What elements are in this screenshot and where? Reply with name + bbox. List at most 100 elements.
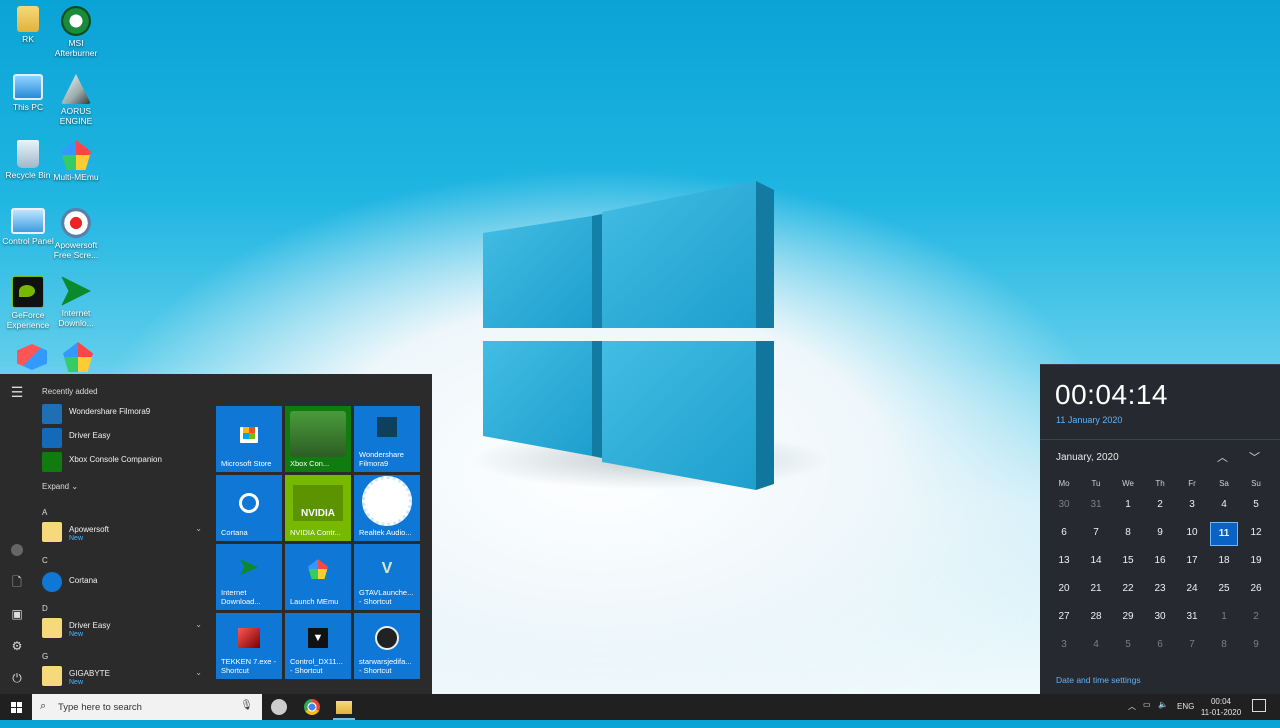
calendar-day[interactable]: 10 [1176, 519, 1208, 547]
calendar-day[interactable]: 6 [1144, 631, 1176, 659]
settings-gear-icon[interactable]: ⚙ [9, 638, 25, 654]
search-box[interactable]: ⌕ Type here to search 🎙 [32, 694, 262, 720]
calendar-day[interactable]: 4 [1080, 631, 1112, 659]
calendar-day[interactable]: 23 [1144, 575, 1176, 603]
hamburger-icon[interactable]: ☰ [9, 384, 25, 400]
tile-control-dx11[interactable]: ▼ Control_DX11... - Shortcut [285, 613, 351, 679]
tile-microsoft-store[interactable]: Microsoft Store [216, 406, 282, 472]
tile-tekken7[interactable]: TEKKEN 7.exe - Shortcut [216, 613, 282, 679]
power-icon[interactable]: ⏻ [9, 670, 25, 686]
chevron-down-icon: ⌄ [195, 620, 202, 629]
month-label[interactable]: January, 2020 [1056, 452, 1119, 463]
calendar-day[interactable]: 30 [1144, 603, 1176, 631]
calendar-day[interactable]: 20 [1048, 575, 1080, 603]
group-letter[interactable]: G [42, 652, 48, 661]
action-center-icon[interactable] [1252, 699, 1266, 712]
calendar-day[interactable]: 11 [1208, 519, 1240, 547]
calendar-day[interactable]: 14 [1080, 547, 1112, 575]
user-icon[interactable] [9, 542, 25, 558]
tile-starwars-jedi[interactable]: starwarsjedifa... - Shortcut [354, 613, 420, 679]
calendar-day[interactable]: 2 [1240, 603, 1272, 631]
calendar-day[interactable]: 18 [1208, 547, 1240, 575]
calendar-day[interactable]: 7 [1080, 519, 1112, 547]
tile-launch-memu[interactable]: Launch MEmu [285, 544, 351, 610]
calendar-day[interactable]: 16 [1144, 547, 1176, 575]
desktop-icon-msi-afterburner[interactable]: MSI Afterburner [48, 6, 104, 58]
app-apowersoft[interactable]: Apowersoft New ⌄ [42, 520, 202, 542]
calendar-day[interactable]: 8 [1208, 631, 1240, 659]
group-letter[interactable]: D [42, 604, 48, 613]
calendar-day[interactable]: 30 [1048, 491, 1080, 519]
recent-app-xbox[interactable]: Xbox Console Companion [42, 450, 202, 472]
calendar-day[interactable]: 9 [1240, 631, 1272, 659]
app-gigabyte[interactable]: GIGABYTE New ⌄ [42, 664, 202, 686]
calendar-day[interactable]: 6 [1048, 519, 1080, 547]
calendar-day-number: 9 [1157, 527, 1163, 538]
flyout-date-link[interactable]: 11 January 2020 [1056, 415, 1122, 425]
calendar-day[interactable]: 28 [1080, 603, 1112, 631]
date-time-settings-link[interactable]: Date and time settings [1056, 675, 1141, 685]
calendar-day[interactable]: 5 [1240, 491, 1272, 519]
calendar-day[interactable]: 3 [1048, 631, 1080, 659]
expand-button[interactable]: Expand ⌄ [42, 482, 78, 491]
tile-internet-download[interactable]: Internet Download... [216, 544, 282, 610]
tile-filmora[interactable]: Wondershare Filmora9 [354, 406, 420, 472]
calendar-day[interactable]: 5 [1112, 631, 1144, 659]
desktop-icon-multi-memu[interactable]: Multi-MEmu [48, 140, 104, 182]
tile-cortana[interactable]: Cortana [216, 475, 282, 541]
calendar-day[interactable]: 13 [1048, 547, 1080, 575]
tile-xbox-console[interactable]: Xbox Con... [285, 406, 351, 472]
calendar-day[interactable]: 8 [1112, 519, 1144, 547]
app-driver-easy[interactable]: Driver Easy New ⌄ [42, 616, 202, 638]
calendar-day[interactable]: 27 [1048, 603, 1080, 631]
calendar-day[interactable]: 4 [1208, 491, 1240, 519]
calendar-day[interactable]: 2 [1144, 491, 1176, 519]
microphone-icon[interactable]: 🎙 [240, 700, 253, 711]
tile-gtav-launcher[interactable]: V GTAVLaunche... - Shortcut [354, 544, 420, 610]
recent-app-filmora[interactable]: Wondershare Filmora9 [42, 402, 202, 424]
documents-icon[interactable]: 🗋 [9, 574, 25, 590]
calendar-day[interactable]: 3 [1176, 491, 1208, 519]
calendar-day[interactable]: 17 [1176, 547, 1208, 575]
calendar-day[interactable]: 31 [1080, 491, 1112, 519]
calendar-day[interactable]: 25 [1208, 575, 1240, 603]
desktop-icon-apowersoft[interactable]: Apowersoft Free Scre... [48, 208, 104, 260]
calendar-day-number: 2 [1253, 611, 1259, 622]
recent-app-driver-easy[interactable]: Driver Easy [42, 426, 202, 448]
desktop-icon-aorus-engine[interactable]: AORUS ENGINE [48, 74, 104, 126]
taskbar-app-idm[interactable] [268, 697, 290, 717]
calendar-day[interactable]: 21 [1080, 575, 1112, 603]
calendar-day[interactable]: 31 [1176, 603, 1208, 631]
group-letter[interactable]: A [42, 508, 47, 517]
calendar-day[interactable]: 12 [1240, 519, 1272, 547]
calendar-day[interactable]: 15 [1112, 547, 1144, 575]
calendar-day[interactable]: 22 [1112, 575, 1144, 603]
calendar-day-number: 5 [1253, 499, 1259, 510]
start-button[interactable] [0, 694, 32, 720]
tile-realtek-audio[interactable]: Realtek Audio... [354, 475, 420, 541]
calendar-day[interactable]: 1 [1208, 603, 1240, 631]
volume-icon[interactable]: 🔈 [1158, 700, 1168, 726]
calendar-grid: Mo Tu We Th Fr Sa Su 30 31 1 2 3 4 5 6 7 8 9 10 11 12… [1048, 477, 1272, 659]
desktop-icon-memu[interactable] [50, 342, 106, 374]
calendar-day[interactable]: 29 [1112, 603, 1144, 631]
calendar-day[interactable]: 26 [1240, 575, 1272, 603]
desktop-icon-internet-download[interactable]: Internet Downlo... [48, 276, 104, 328]
calendar-day[interactable]: 7 [1176, 631, 1208, 659]
calendar-day[interactable]: 24 [1176, 575, 1208, 603]
show-hidden-icons-chevron-up-icon[interactable]: ︿ [1128, 701, 1136, 727]
language-indicator[interactable]: ENG [1177, 702, 1194, 728]
chevron-up-icon[interactable]: ︿ [1217, 449, 1228, 465]
app-cortana[interactable]: Cortana [42, 570, 202, 592]
calendar-day[interactable]: 19 [1240, 547, 1272, 575]
taskbar-clock[interactable]: 00:04 11-01-2020 [1200, 696, 1242, 722]
calendar-day[interactable]: 1 [1112, 491, 1144, 519]
pictures-icon[interactable]: ▣ [9, 606, 25, 622]
network-icon[interactable]: ▭ [1143, 700, 1151, 726]
taskbar-app-file-explorer[interactable] [333, 697, 355, 720]
group-letter[interactable]: C [42, 556, 48, 565]
chevron-down-icon[interactable]: ﹀ [1249, 449, 1260, 465]
taskbar-app-chrome[interactable] [301, 697, 323, 717]
tile-nvidia-control[interactable]: NVIDIA NVIDIA Contr... [285, 475, 351, 541]
calendar-day[interactable]: 9 [1144, 519, 1176, 547]
